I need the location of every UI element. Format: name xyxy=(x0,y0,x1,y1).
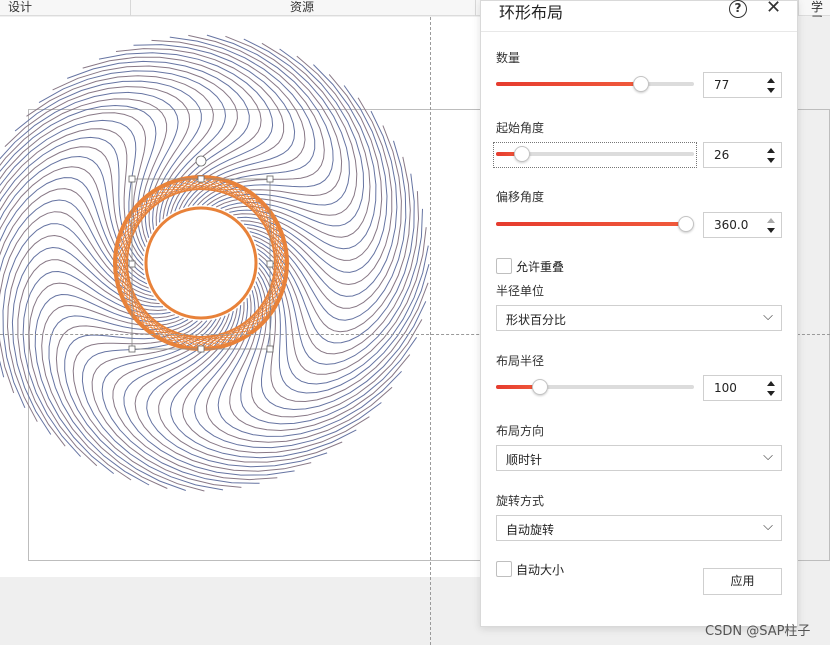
slider-thumb[interactable] xyxy=(632,76,649,92)
apply-button[interactable]: 应用 xyxy=(703,568,782,595)
resize-handle[interactable] xyxy=(128,175,136,183)
header-divider xyxy=(481,31,797,32)
count-slider[interactable] xyxy=(496,75,694,95)
center-hole xyxy=(144,206,258,320)
resize-handle[interactable] xyxy=(197,175,205,183)
count-label: 数量 xyxy=(496,51,521,65)
radius-unit-value: 形状百分比 xyxy=(506,313,567,327)
circular-layout-panel: 环形布局 ? ✕ 数量 77 起始角度 26 偏移角度 360.0 允许重叠 半… xyxy=(480,0,798,627)
start-angle-value[interactable]: 26 xyxy=(714,148,729,162)
tab-divider xyxy=(130,0,131,16)
panel-title: 环形布局 xyxy=(499,3,564,22)
resize-handle[interactable] xyxy=(266,345,274,353)
slider-fill xyxy=(496,222,686,226)
start-angle-label: 起始角度 xyxy=(496,121,545,135)
decrement-icon[interactable] xyxy=(767,158,775,163)
count-stepper[interactable]: 77 xyxy=(703,72,782,98)
layout-direction-value: 顺时针 xyxy=(506,453,543,467)
allow-overlap-checkbox[interactable] xyxy=(496,258,512,274)
increment-icon[interactable] xyxy=(767,78,775,83)
slider-thumb[interactable] xyxy=(514,146,531,162)
radius-unit-label: 半径单位 xyxy=(496,284,545,298)
count-value[interactable]: 77 xyxy=(714,78,729,92)
watermark: CSDN @SAP柱子 xyxy=(705,624,811,639)
resize-handle[interactable] xyxy=(266,175,274,183)
tab-learn[interactable]: 学习 xyxy=(811,0,830,28)
spiral-line xyxy=(26,75,214,226)
spiral-line xyxy=(249,140,407,321)
resize-handle[interactable] xyxy=(128,260,136,268)
offset-angle-stepper[interactable]: 360.0 xyxy=(703,212,782,238)
increment-icon[interactable] xyxy=(767,381,775,386)
layout-radius-label: 布局半径 xyxy=(496,354,545,368)
offset-angle-value[interactable]: 360.0 xyxy=(714,218,748,232)
resize-handle[interactable] xyxy=(266,260,274,268)
rotation-mode-value: 自动旋转 xyxy=(506,523,555,537)
layout-radius-slider[interactable] xyxy=(496,378,694,398)
start-angle-slider[interactable] xyxy=(493,142,697,168)
resize-handle[interactable] xyxy=(197,345,205,353)
rotation-mode-select[interactable]: 自动旋转 ⌵ xyxy=(496,515,782,541)
tab-divider xyxy=(798,0,799,16)
allow-overlap-label[interactable]: 允许重叠 xyxy=(516,258,564,275)
resize-handle[interactable] xyxy=(128,345,136,353)
rotation-mode-label: 旋转方式 xyxy=(496,494,545,508)
chevron-down-icon: ⌵ xyxy=(763,519,773,534)
circular-layout-shape[interactable] xyxy=(0,17,480,537)
layout-radius-stepper[interactable]: 100 xyxy=(703,375,782,401)
tab-resources[interactable]: 资源 xyxy=(290,0,314,16)
layout-direction-select[interactable]: 顺时针 ⌵ xyxy=(496,445,782,471)
tab-divider xyxy=(475,0,476,16)
auto-size-checkbox[interactable] xyxy=(496,561,512,577)
radius-unit-select[interactable]: 形状百分比 ⌵ xyxy=(496,305,782,331)
slider-thumb[interactable] xyxy=(678,216,694,232)
offset-angle-slider[interactable] xyxy=(496,215,694,235)
offset-angle-label: 偏移角度 xyxy=(496,190,545,204)
rotate-handle-icon[interactable] xyxy=(195,155,207,167)
spiral-line xyxy=(0,91,179,238)
decrement-icon[interactable] xyxy=(767,228,775,233)
chevron-down-icon: ⌵ xyxy=(763,449,773,464)
decrement-icon[interactable] xyxy=(767,88,775,93)
auto-size-label[interactable]: 自动大小 xyxy=(516,561,564,578)
decrement-icon[interactable] xyxy=(767,391,775,396)
question-circle-icon[interactable]: ? xyxy=(729,0,747,18)
spiral-line xyxy=(229,285,411,432)
vertical-guide-line xyxy=(430,17,431,645)
increment-icon[interactable] xyxy=(767,218,775,223)
layout-direction-label: 布局方向 xyxy=(496,424,545,438)
increment-icon[interactable] xyxy=(767,148,775,153)
close-icon[interactable]: ✕ xyxy=(766,0,781,17)
slider-fill xyxy=(496,82,641,86)
slider-thumb[interactable] xyxy=(532,379,549,395)
tab-design[interactable]: 设计 xyxy=(8,0,32,16)
layout-radius-value[interactable]: 100 xyxy=(714,381,737,395)
start-angle-stepper[interactable]: 26 xyxy=(703,142,782,168)
chevron-down-icon: ⌵ xyxy=(763,309,773,324)
